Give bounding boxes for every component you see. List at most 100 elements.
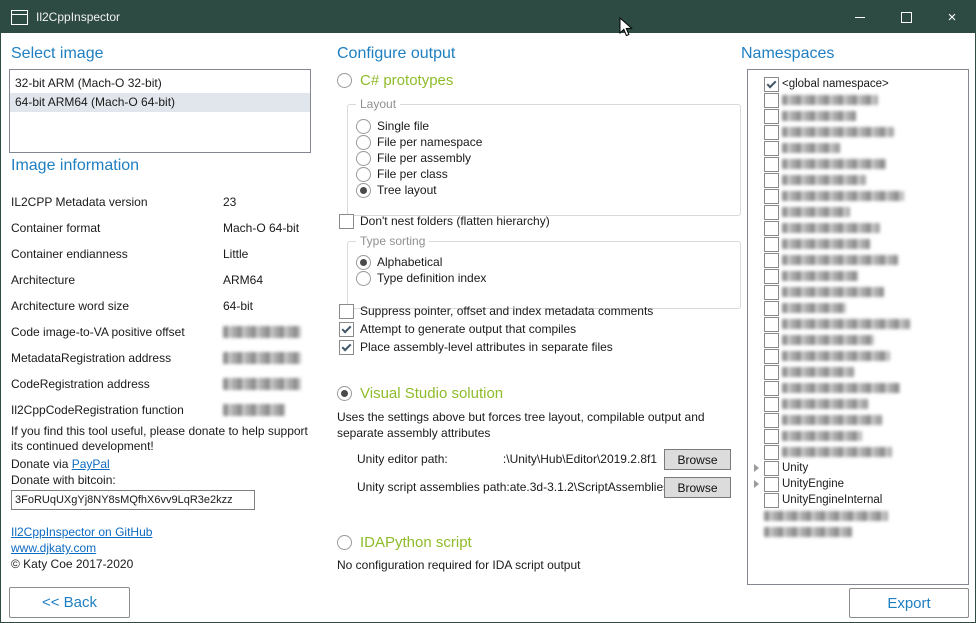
checkbox-icon[interactable] bbox=[764, 269, 779, 284]
checkbox-icon[interactable] bbox=[764, 253, 779, 268]
layout-option-radio[interactable]: Tree layout bbox=[356, 182, 740, 198]
unity-editor-browse-button[interactable]: Browse bbox=[664, 449, 731, 470]
unity-script-browse-button[interactable]: Browse bbox=[664, 477, 731, 498]
namespace-item[interactable] bbox=[748, 332, 968, 348]
checkbox-icon[interactable] bbox=[764, 109, 779, 124]
checkbox-icon[interactable] bbox=[764, 461, 779, 476]
layout-option-radio[interactable]: File per namespace bbox=[356, 134, 740, 150]
namespace-item[interactable] bbox=[748, 396, 968, 412]
namespace-item[interactable] bbox=[748, 364, 968, 380]
checkbox-icon[interactable] bbox=[764, 365, 779, 380]
image-list-item[interactable]: 32-bit ARM (Mach-O 32-bit) bbox=[10, 74, 310, 93]
redacted-value bbox=[223, 352, 301, 364]
namespace-item[interactable] bbox=[748, 444, 968, 460]
namespace-item[interactable] bbox=[748, 428, 968, 444]
layout-option-radio[interactable]: File per assembly bbox=[356, 150, 740, 166]
paypal-link[interactable]: PayPal bbox=[72, 457, 110, 471]
github-link[interactable]: Il2CppInspector on GitHub bbox=[11, 525, 152, 539]
checkbox-icon[interactable] bbox=[764, 173, 779, 188]
namespace-item[interactable] bbox=[748, 92, 968, 108]
namespace-item[interactable] bbox=[748, 140, 968, 156]
checkbox-icon[interactable] bbox=[764, 77, 779, 92]
website-link[interactable]: www.djkaty.com bbox=[11, 541, 96, 555]
namespace-item[interactable] bbox=[748, 188, 968, 204]
csharp-prototypes-radio[interactable]: C# prototypes bbox=[337, 72, 453, 89]
checkbox-icon[interactable] bbox=[764, 301, 779, 316]
checkbox-icon[interactable] bbox=[764, 381, 779, 396]
checkbox-icon[interactable] bbox=[764, 445, 779, 460]
type-sorting-option-radio[interactable]: Alphabetical bbox=[356, 254, 740, 270]
namespace-item[interactable] bbox=[748, 124, 968, 140]
namespace-item[interactable] bbox=[748, 508, 968, 524]
namespaces-listbox[interactable]: <global namespace> bbox=[747, 69, 969, 585]
type-sorting-groupbox-label: Type sorting bbox=[356, 234, 429, 248]
checkbox-icon[interactable] bbox=[764, 349, 779, 364]
namespace-item[interactable]: UnityEngine bbox=[748, 476, 968, 492]
namespace-item[interactable] bbox=[748, 348, 968, 364]
radio-icon bbox=[356, 119, 371, 134]
expander-icon[interactable] bbox=[751, 480, 761, 488]
checkbox-icon[interactable] bbox=[764, 317, 779, 332]
back-button[interactable]: << Back bbox=[9, 587, 130, 618]
namespace-item[interactable] bbox=[748, 204, 968, 220]
output-option-checkbox[interactable]: Attempt to generate output that compiles bbox=[339, 320, 653, 338]
visual-studio-solution-radio[interactable]: Visual Studio solution bbox=[337, 385, 503, 402]
namespace-item[interactable]: <global namespace> bbox=[748, 76, 968, 92]
unity-script-path-row: Unity script assemblies path: ate.3d-3.1… bbox=[357, 476, 731, 498]
image-list-item[interactable]: 64-bit ARM64 (Mach-O 64-bit) bbox=[10, 93, 310, 112]
namespace-item[interactable] bbox=[748, 412, 968, 428]
image-listbox[interactable]: 32-bit ARM (Mach-O 32-bit) 64-bit ARM64 … bbox=[9, 69, 311, 153]
bitcoin-address-input[interactable] bbox=[11, 490, 255, 510]
checkbox-icon[interactable] bbox=[764, 141, 779, 156]
checkbox-icon[interactable] bbox=[764, 125, 779, 140]
namespace-item[interactable] bbox=[748, 252, 968, 268]
namespace-item[interactable] bbox=[748, 220, 968, 236]
redacted-namespace bbox=[782, 383, 900, 393]
namespace-item[interactable] bbox=[748, 316, 968, 332]
redacted-namespace bbox=[782, 207, 850, 217]
unity-editor-path-value[interactable]: :\Unity\Hub\Editor\2019.2.8f1 bbox=[448, 452, 664, 466]
close-button[interactable]: × bbox=[929, 1, 975, 33]
namespace-item[interactable] bbox=[748, 380, 968, 396]
checkbox-icon[interactable] bbox=[764, 477, 779, 492]
dont-nest-checkbox[interactable]: Don't nest folders (flatten hierarchy) bbox=[339, 212, 550, 230]
namespace-item[interactable] bbox=[748, 300, 968, 316]
namespace-item[interactable]: Unity bbox=[748, 460, 968, 476]
info-key: Architecture bbox=[11, 273, 223, 287]
unity-script-path-value[interactable]: ate.3d-3.1.2\ScriptAssemblies bbox=[510, 480, 664, 494]
redacted-namespace bbox=[782, 367, 854, 377]
maximize-button[interactable] bbox=[883, 1, 929, 33]
redacted-namespace bbox=[782, 175, 866, 185]
checkbox-icon[interactable] bbox=[764, 413, 779, 428]
layout-option-radio[interactable]: File per class bbox=[356, 166, 740, 182]
checkbox-icon[interactable] bbox=[764, 285, 779, 300]
checkbox-icon[interactable] bbox=[764, 429, 779, 444]
idapython-script-radio[interactable]: IDAPython script bbox=[337, 534, 472, 551]
namespace-item[interactable]: UnityEngineInternal bbox=[748, 492, 968, 508]
expander-icon[interactable] bbox=[751, 464, 761, 472]
layout-option-radio[interactable]: Single file bbox=[356, 118, 740, 134]
output-option-checkbox[interactable]: Place assembly-level attributes in separ… bbox=[339, 338, 653, 356]
checkbox-icon[interactable] bbox=[764, 333, 779, 348]
type-sorting-option-radio[interactable]: Type definition index bbox=[356, 270, 740, 286]
namespace-item[interactable] bbox=[748, 156, 968, 172]
namespace-item[interactable] bbox=[748, 284, 968, 300]
checkbox-icon[interactable] bbox=[764, 189, 779, 204]
minimize-button[interactable] bbox=[837, 1, 883, 33]
namespace-item[interactable] bbox=[748, 236, 968, 252]
namespace-item[interactable] bbox=[748, 268, 968, 284]
output-option-checkbox[interactable]: Suppress pointer, offset and index metad… bbox=[339, 302, 653, 320]
checkbox-icon[interactable] bbox=[764, 221, 779, 236]
checkbox-icon[interactable] bbox=[764, 205, 779, 220]
export-button[interactable]: Export bbox=[849, 588, 969, 618]
title-bar[interactable]: Il2CppInspector × bbox=[1, 1, 975, 33]
namespace-label: <global namespace> bbox=[782, 78, 889, 90]
checkbox-icon[interactable] bbox=[764, 93, 779, 108]
checkbox-icon[interactable] bbox=[764, 157, 779, 172]
namespace-item[interactable] bbox=[748, 108, 968, 124]
namespace-item[interactable] bbox=[748, 524, 968, 540]
checkbox-icon[interactable] bbox=[764, 493, 779, 508]
namespace-item[interactable] bbox=[748, 172, 968, 188]
checkbox-icon[interactable] bbox=[764, 237, 779, 252]
checkbox-icon[interactable] bbox=[764, 397, 779, 412]
